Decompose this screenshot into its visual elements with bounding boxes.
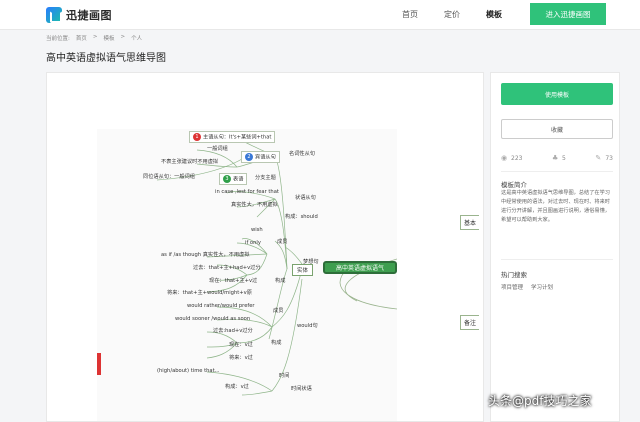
top-navigation-bar: 迅捷画图 首页 定价 模板 进入迅捷画图 [0,0,640,30]
mindmap-node: 将来：that+主+would/might+v原 [167,290,252,296]
mindmap-node: 现在：that+主+v过 [209,278,258,284]
mindmap-node: wish [251,227,263,233]
nav-pricing[interactable]: 定价 [444,9,460,20]
logo-text: 迅捷画图 [66,9,112,22]
view-count: ◉ 223 [501,154,523,163]
breadcrumb-home[interactable]: 首页 [76,34,87,42]
nav-templates[interactable]: 模板 [486,9,502,20]
mindmap-node: 时间 [279,373,290,379]
tag-project-management[interactable]: 项目管理 [501,283,523,291]
number-badge: 2 [245,153,253,161]
mindmap-branch-node: 基本 [459,215,479,230]
mindmap-node: 构成 [275,278,286,284]
mindmap-node: as if /as though 真实性大，不用虚拟 [161,252,250,258]
template-stats: ◉ 223 ♣ 5 ✎ 73 [501,154,613,163]
mindmap-node: 状语从句 [295,195,316,201]
breadcrumb-templates[interactable]: 模板 [103,34,114,42]
use-template-button[interactable]: 使用模板 [501,83,613,105]
mindmap-node: 1 主语从句：It's+某些词+that [189,131,276,143]
mindmap-node: 2 宾语从句 [241,151,280,163]
mindmap-node: 真实性大，不用虚拟 [231,202,278,208]
mindmap-node: would sooner /would as soon [175,316,251,322]
mindmap-node: 构成 [271,340,282,346]
mindmap-node: 成员 [273,308,284,314]
favorite-button[interactable]: 收藏 [501,119,613,139]
mindmap-branch-node: 备注 [459,315,479,330]
breadcrumb-prefix: 当前位置: [46,36,70,42]
mindmap-node: 不表主张建议时不用虚拟 [161,159,219,165]
number-badge: 1 [193,133,201,141]
mindmap-node: 分支主题 [255,175,276,181]
mindmap-node: would句 [297,323,318,329]
like-count[interactable]: ♣ 5 [551,154,566,163]
mindmap-node: 同位语从句：一般词组 [143,174,195,180]
mindmap-central-topic: 高中英语虚拟语气 [323,261,397,274]
mindmap-node: 构成：should [285,214,318,220]
template-preview[interactable]: 1 主语从句：It's+某些词+that 名词性从句 一般词组 2 宾语从句 不表主… [46,72,484,422]
mindmap-node: 3 表语 [219,173,248,185]
mindmap-node: would rather/would prefer [187,303,255,309]
use-count: ✎ 73 [595,154,613,163]
mindmap-node: 现在：v过 [229,342,253,348]
watermark-text: 头条@pdf技巧之家 [488,394,592,408]
edit-icon: ✎ [595,154,602,162]
logo-icon [46,7,62,23]
breadcrumb-personal[interactable]: 个人 [131,34,142,42]
mindmap-node: 过去：that+主+had+v过分 [193,265,261,271]
tag-study-plan[interactable]: 学习计划 [531,283,553,291]
nav-home[interactable]: 首页 [402,9,418,20]
hot-search-title: 热门搜索 [501,271,527,279]
intro-text: 这是高中英语虚拟语气思维导图，总结了在学习中经常使用的语法，对过去时、现在时、将… [501,190,610,223]
mindmap-canvas: 1 主语从句：It's+某些词+that 名词性从句 一般词组 2 宾语从句 不表主… [97,129,397,421]
mindmap-branch-node: 实体 [292,264,314,276]
mindmap-node: (high/about) time that... [157,368,220,374]
enter-app-button[interactable]: 进入迅捷画图 [530,3,606,25]
mindmap-node: 时间状语 [291,386,312,392]
template-sidebar: 使用模板 收藏 ◉ 223 ♣ 5 ✎ 73 模板简介 这是高中英语虚拟语气思维… [490,72,620,422]
mindmap-node: 将来：v过 [229,355,253,361]
mindmap-node: 构成：v过 [225,384,249,390]
divider [501,259,613,260]
mindmap-node: 名词性从句 [289,151,315,157]
intro-title: 模板简介 [501,181,527,189]
mindmap-node: 过去:had+v过分 [213,328,253,334]
mindmap-node: 一般词组 [207,146,228,152]
eye-icon: ◉ [501,154,508,162]
breadcrumb-sep: > [92,34,98,40]
thumbs-up-icon: ♣ [551,154,559,162]
number-badge: 3 [223,175,231,183]
breadcrumb-sep: > [120,34,126,40]
mindmap-node: in case ,lest for fear that [215,189,279,195]
mindmap-node: if only [245,240,261,246]
mindmap-node: 成员 [277,239,288,245]
page-title: 高中英语虚拟语气思维导图 [46,53,166,64]
logo[interactable]: 迅捷画图 [46,6,112,24]
divider [501,171,613,172]
hot-search-tags: 项目管理 学习计划 [501,283,553,291]
breadcrumb: 当前位置: 首页 > 模板 > 个人 [46,34,142,42]
decorative-strip [97,353,101,375]
